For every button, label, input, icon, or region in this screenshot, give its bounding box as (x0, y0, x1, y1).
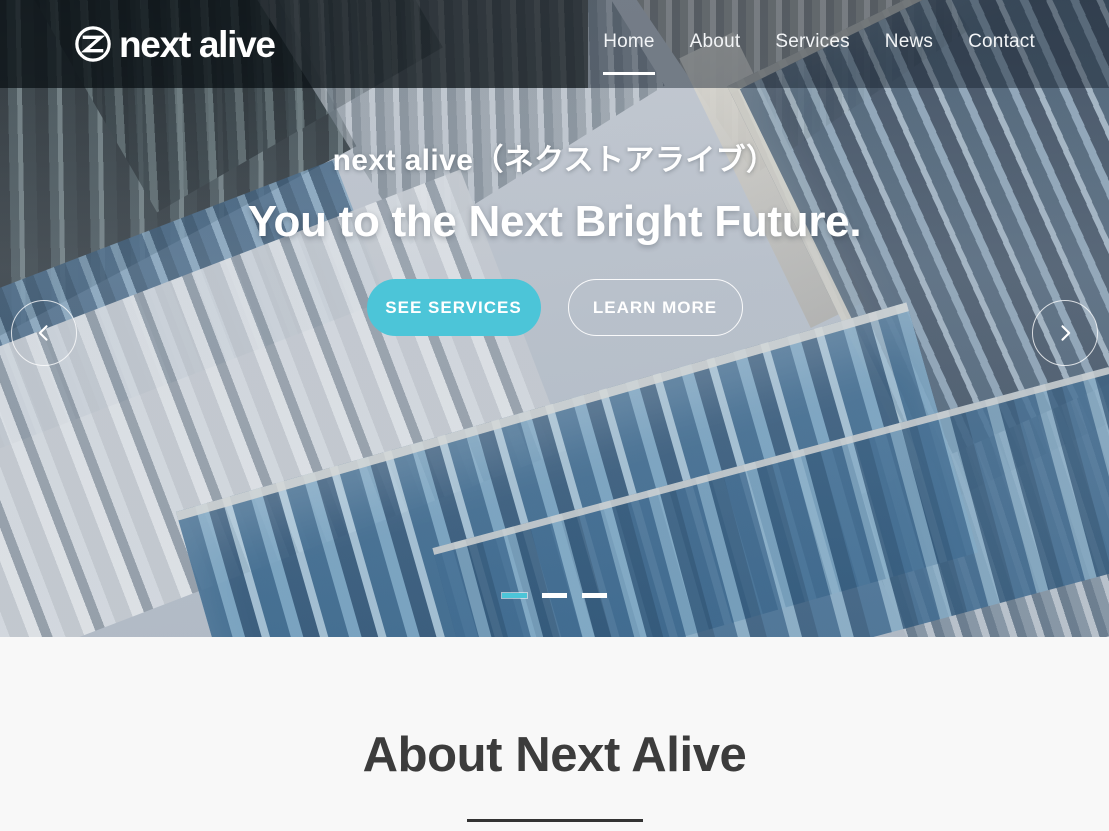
chevron-left-icon (38, 325, 48, 341)
hero-slider: next alive（ネクストアライブ） You to the Next Bri… (0, 0, 1109, 637)
hero-subtitle: next alive（ネクストアライブ） (332, 144, 777, 177)
nav-item-services[interactable]: Services (775, 31, 849, 75)
see-services-button[interactable]: SEE SERVICES (366, 279, 541, 336)
main-navigation: Home About Services News Contact (603, 0, 1035, 88)
site-header: next alive Home About Services News Cont… (0, 0, 1109, 88)
page-root: next alive（ネクストアライブ） You to the Next Bri… (0, 0, 1109, 831)
hero-title: You to the Next Bright Future. (247, 197, 862, 246)
site-logo[interactable]: next alive (74, 20, 276, 68)
about-section: About Next Alive (0, 637, 1109, 831)
chevron-right-icon (1061, 325, 1071, 341)
slider-prev-button[interactable] (11, 300, 77, 366)
circle-arrow-logo-icon (75, 26, 111, 62)
nav-item-about[interactable]: About (690, 31, 741, 75)
nav-item-home[interactable]: Home (603, 31, 656, 75)
hero-cta-group: SEE SERVICES LEARN MORE (366, 279, 743, 336)
slider-dot-2[interactable] (542, 593, 567, 598)
slider-pagination (0, 593, 1109, 598)
about-heading: About Next Alive (362, 728, 747, 782)
nav-item-contact[interactable]: Contact (968, 31, 1035, 75)
slider-dot-3[interactable] (582, 593, 607, 598)
hero-content: next alive（ネクストアライブ） You to the Next Bri… (0, 88, 1109, 637)
slider-dot-1[interactable] (502, 593, 527, 598)
learn-more-button[interactable]: LEARN MORE (567, 279, 743, 336)
site-logo-text: next alive (119, 23, 276, 65)
slider-next-button[interactable] (1032, 300, 1098, 366)
nav-item-news[interactable]: News (885, 31, 933, 75)
about-divider (466, 819, 643, 822)
